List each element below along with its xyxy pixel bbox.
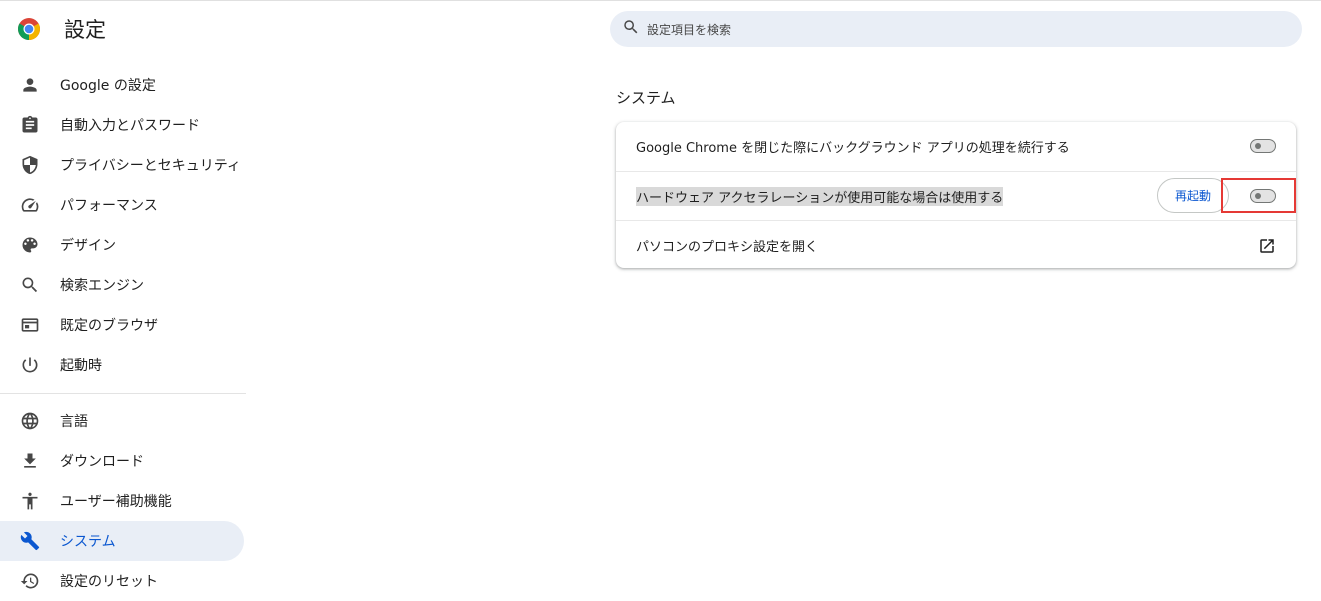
- globe-icon: [20, 411, 40, 431]
- shield-icon: [20, 155, 40, 175]
- clipboard-icon: [20, 115, 40, 135]
- open-in-new-icon[interactable]: [1258, 237, 1276, 255]
- sidebar-item-label: デザイン: [60, 238, 116, 254]
- row-label: パソコンのプロキシ設定を開く: [636, 239, 819, 255]
- wrench-icon: [20, 531, 40, 551]
- proxy-settings-row[interactable]: パソコンのプロキシ設定を開く: [616, 220, 1296, 269]
- page-title: 設定: [64, 18, 106, 42]
- sidebar-item-reset[interactable]: 設定のリセット: [0, 561, 244, 601]
- sidebar-item-label: 言語: [60, 414, 88, 430]
- sidebar-item-label: 起動時: [60, 358, 102, 374]
- search-placeholder: 設定項目を検索: [647, 22, 732, 37]
- sidebar-item-google[interactable]: Google の設定: [0, 65, 244, 105]
- speedometer-icon: [20, 195, 40, 215]
- search-icon: [20, 275, 40, 295]
- sidebar-item-performance[interactable]: パフォーマンス: [0, 185, 244, 225]
- sidebar-item-downloads[interactable]: ダウンロード: [0, 441, 244, 481]
- search-input[interactable]: 設定項目を検索: [610, 11, 1302, 47]
- sidebar-item-label: 既定のブラウザ: [60, 318, 158, 334]
- sidebar-item-languages[interactable]: 言語: [0, 401, 244, 441]
- sidebar-item-privacy[interactable]: プライバシーとセキュリティ: [0, 145, 244, 185]
- sidebar-item-label: 検索エンジン: [60, 278, 144, 294]
- sidebar-item-label: パフォーマンス: [60, 198, 158, 214]
- row-label: Google Chrome を閉じた際にバックグラウンド アプリの処理を続行する: [636, 141, 1070, 156]
- top-divider: [0, 0, 1321, 1]
- sidebar-item-label: ユーザー補助機能: [60, 494, 172, 510]
- sidebar-item-autofill[interactable]: 自動入力とパスワード: [0, 105, 244, 145]
- sidebar-item-label: ダウンロード: [60, 454, 144, 470]
- background-apps-toggle[interactable]: [1250, 139, 1276, 153]
- sidebar-item-label: Google の設定: [60, 78, 156, 94]
- restart-button[interactable]: 再起動: [1157, 178, 1229, 213]
- palette-icon: [20, 235, 40, 255]
- accessibility-icon: [20, 491, 40, 511]
- row-label: ハードウェア アクセラレーションが使用可能な場合は使用する: [636, 186, 1004, 206]
- section-title: システム: [616, 89, 676, 107]
- browser-window-icon: [20, 315, 40, 335]
- sidebar-item-system[interactable]: システム: [0, 521, 244, 561]
- reset-history-icon: [20, 571, 40, 591]
- sidebar-item-label: 設定のリセット: [60, 574, 158, 590]
- sidebar-item-accessibility[interactable]: ユーザー補助機能: [0, 481, 244, 521]
- hardware-acceleration-row: ハードウェア アクセラレーションが使用可能な場合は使用する 再起動: [616, 171, 1296, 220]
- sidebar-item-label: 自動入力とパスワード: [60, 118, 200, 134]
- system-settings-card: Google Chrome を閉じた際にバックグラウンド アプリの処理を続行する…: [616, 122, 1296, 268]
- power-icon: [20, 355, 40, 375]
- sidebar-item-default-browser[interactable]: 既定のブラウザ: [0, 305, 244, 345]
- sidebar-item-search-engine[interactable]: 検索エンジン: [0, 265, 244, 305]
- chrome-logo-icon: [17, 17, 41, 41]
- search-icon: [622, 18, 640, 40]
- background-apps-row: Google Chrome を閉じた際にバックグラウンド アプリの処理を続行する: [616, 122, 1296, 171]
- sidebar-item-on-startup[interactable]: 起動時: [0, 345, 244, 385]
- download-icon: [20, 451, 40, 471]
- highlight-box: [1221, 178, 1296, 213]
- toggle-knob: [1255, 143, 1261, 149]
- sidebar-item-label: システム: [60, 534, 116, 550]
- sidebar-item-appearance[interactable]: デザイン: [0, 225, 244, 265]
- person-icon: [20, 75, 40, 95]
- sidebar-item-label: プライバシーとセキュリティ: [60, 158, 241, 174]
- sidebar-divider: [0, 393, 246, 394]
